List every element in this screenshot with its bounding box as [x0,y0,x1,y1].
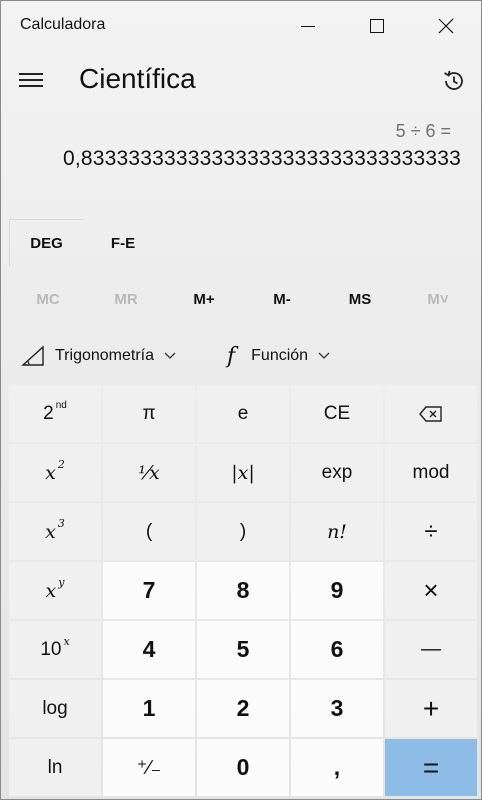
angle-row: DEG F-E [9,219,163,267]
key-superscript: 3 [57,517,65,530]
digit-1-button[interactable]: 1 [103,680,195,737]
divide-button[interactable]: ÷ [385,503,477,560]
key-label: 10 [40,638,62,660]
digit-6-button[interactable]: 6 [291,621,383,678]
result-display: 0,83333333333333333333333333333333 [62,147,461,170]
absolute-value-button[interactable]: |x| [197,444,289,501]
hamburger-icon-line [19,85,43,87]
chevron-down-icon [164,352,176,359]
exp-button[interactable]: exp [291,444,383,501]
digit-2-button[interactable]: 2 [197,680,289,737]
e-button[interactable]: e [197,385,289,442]
history-icon [444,70,463,90]
subtract-button[interactable]: — [385,621,477,678]
minimize-icon [301,25,315,27]
minimize-button[interactable] [285,1,331,51]
close-icon [438,18,454,34]
key-label: x [45,579,57,602]
negate-button[interactable]: ⁺∕₋ [103,739,195,796]
digit-7-button[interactable]: 7 [103,562,195,619]
digit-4-button[interactable]: 4 [103,621,195,678]
backspace-button[interactable] [385,385,477,442]
key-superscript: nd [55,400,67,411]
digit-0-button[interactable]: 0 [197,739,289,796]
title-bar: Calculadora [1,1,481,51]
app-title: Calculadora [20,16,106,33]
mod-button[interactable]: mod [385,444,477,501]
left-paren-button[interactable]: ( [103,503,195,560]
cube-button[interactable]: x3 [9,503,101,560]
memory-subtract-button[interactable]: M- [243,277,321,321]
memory-list-button[interactable]: M˅ [399,277,477,321]
digit-5-button[interactable]: 5 [197,621,289,678]
decimal-separator-button[interactable]: , [291,739,383,796]
key-label: x [45,461,56,484]
second-function-button[interactable]: 2nd [9,385,101,442]
pi-button[interactable]: π [103,385,195,442]
digit-3-button[interactable]: 3 [291,680,383,737]
hamburger-icon-line [19,79,43,81]
navigation-menu-button[interactable] [17,67,47,93]
memory-add-button[interactable]: M+ [165,277,243,321]
trigonometry-dropdown[interactable]: Trigonometría [9,333,219,379]
function-dropdown[interactable]: f Función [219,333,330,379]
factorial-button[interactable]: n! [291,503,383,560]
square-button[interactable]: x2 [9,444,101,501]
calculator-window: Calculadora Científica 5 ÷ 6 = 0,8333333… [0,0,482,800]
memory-row: MC MR M+ M- MS M˅ [9,277,477,321]
triangle-icon [21,345,44,366]
mode-title: Científica [79,63,196,94]
memory-store-button[interactable]: MS [321,277,399,321]
right-paren-button[interactable]: ) [197,503,289,560]
maximize-icon [370,19,384,33]
memory-recall-button[interactable]: MR [87,277,165,321]
key-label: x [45,520,56,543]
reciprocal-button[interactable]: ⅟x [103,444,195,501]
f-icon: f [227,343,236,369]
expression-display: 5 ÷ 6 = [395,121,451,141]
fe-button[interactable]: F-E [83,219,163,267]
key-superscript: 2 [57,458,65,471]
keypad: 2nd π e CE x2 ⅟x |x| exp mod x3 ( ) n! ÷… [9,385,477,796]
key-superscript: x [63,635,70,648]
equals-button[interactable]: = [385,739,477,796]
add-button[interactable]: + [385,680,477,737]
log-button[interactable]: log [9,680,101,737]
key-superscript: y [58,576,65,589]
digit-8-button[interactable]: 8 [197,562,289,619]
maximize-button[interactable] [354,1,400,51]
history-button[interactable] [437,64,471,98]
ten-power-button[interactable]: 10 x [9,621,101,678]
trigonometry-label: Trigonometría [55,347,154,364]
power-button[interactable]: xy [9,562,101,619]
function-label: Función [251,347,309,364]
memory-clear-button[interactable]: MC [9,277,87,321]
hamburger-icon [19,73,43,75]
close-button[interactable] [423,1,469,51]
angle-unit-button[interactable]: DEG [9,219,83,267]
backspace-icon [419,405,442,422]
digit-9-button[interactable]: 9 [291,562,383,619]
chevron-down-icon [318,352,330,359]
key-label: 2 [43,402,54,424]
clear-entry-button[interactable]: CE [291,385,383,442]
functions-row: Trigonometría f Función [9,333,330,379]
ln-button[interactable]: ln [9,739,101,796]
multiply-button[interactable]: × [385,562,477,619]
